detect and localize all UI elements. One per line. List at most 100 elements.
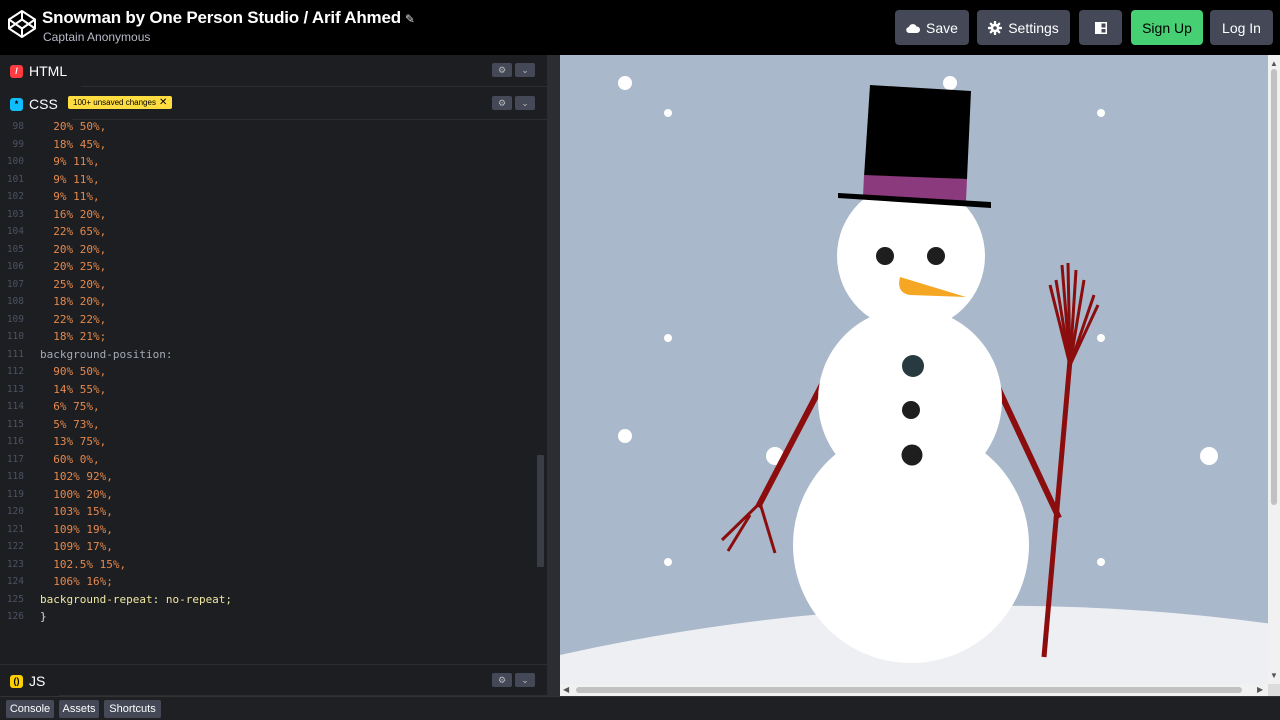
code-line[interactable]: 120 103% 15%, (0, 504, 537, 522)
html-settings-icon[interactable]: ⚙ (492, 63, 512, 77)
tab-html[interactable]: / HTML (0, 55, 82, 87)
line-number: 107 (6, 278, 24, 290)
code-line[interactable]: 114 6% 75%, (0, 399, 537, 417)
code-text: 16% 20%, (40, 207, 107, 221)
top-hat (838, 85, 991, 208)
line-number: 105 (6, 243, 24, 255)
pen-title-text: Snowman by One Person Studio / Arif Ahme… (42, 8, 401, 27)
line-number: 113 (6, 383, 24, 395)
code-line[interactable]: 105 20% 20%, (0, 242, 537, 260)
code-line[interactable]: 103 16% 20%, (0, 207, 537, 225)
css-settings-icon[interactable]: ⚙ (492, 96, 512, 110)
assets-button[interactable]: Assets (59, 700, 99, 718)
code-line[interactable]: 110 18% 21%; (0, 329, 537, 347)
code-line[interactable]: 100 9% 11%, (0, 154, 537, 172)
code-line[interactable]: 102 9% 11%, (0, 189, 537, 207)
js-label: JS (29, 673, 46, 689)
js-collapse-icon[interactable]: ⌄ (515, 673, 535, 687)
code-line[interactable]: 101 9% 11%, (0, 172, 537, 190)
preview-vertical-scrollbar[interactable]: ▲ ▼ (1268, 55, 1280, 684)
preview-hscroll-thumb[interactable] (576, 687, 1242, 693)
line-number: 99 (12, 138, 24, 150)
console-label: Console (9, 703, 51, 715)
js-settings-icon[interactable]: ⚙ (492, 673, 512, 687)
scroll-right-arrow-icon[interactable]: ▶ (1257, 685, 1263, 694)
code-line[interactable]: 118 102% 92%, (0, 469, 537, 487)
line-number: 124 (6, 576, 24, 587)
line-number: 123 (6, 558, 24, 570)
unsaved-changes-badge[interactable]: 100+ unsaved changes ✕ (68, 96, 173, 109)
layout-icon (1094, 21, 1107, 34)
line-number: 101 (6, 173, 24, 185)
css-code-editor[interactable]: 98 20% 50%, 99 18% 45%, 100 9% 11%, 101 9% … (0, 119, 537, 664)
close-icon[interactable]: ✕ (159, 97, 167, 108)
code-text: 9% 11%, (40, 155, 100, 168)
preview-frame (560, 55, 1280, 696)
login-label: Log In (1222, 19, 1261, 36)
code-line[interactable]: 115 5% 73%, (0, 417, 537, 435)
code-text: 22% 22%, (40, 312, 107, 326)
code-line[interactable]: 98 20% 50%, (0, 119, 537, 137)
line-number: 98 (12, 121, 24, 132)
preview-vscroll-thumb[interactable] (1271, 69, 1277, 505)
code-text: 106% 16%; (40, 575, 113, 588)
edit-pencil-icon[interactable]: ✎ (405, 12, 415, 26)
code-text: } (40, 610, 47, 623)
settings-label: Settings (1008, 19, 1059, 36)
scrollbar-corner (1268, 684, 1280, 696)
editor-scrollbar[interactable] (537, 455, 544, 567)
code-line[interactable]: 125 background-repeat: no-repeat; (0, 592, 537, 610)
tab-css[interactable]: * CSS (0, 88, 72, 120)
tab-js[interactable]: () JS (0, 665, 60, 697)
pen-author[interactable]: Captain Anonymous (43, 30, 150, 44)
code-text: 18% 20%, (40, 295, 107, 308)
code-line[interactable]: 116 13% 75%, (0, 434, 537, 452)
code-line[interactable]: 104 22% 65%, (0, 224, 537, 242)
html-pane-header: / HTML ⚙ ⌄ (0, 55, 547, 87)
line-number: 125 (6, 593, 24, 605)
signup-label: Sign Up (1142, 19, 1192, 36)
code-line[interactable]: 123 102.5% 15%, (0, 557, 537, 575)
button-1 (902, 355, 924, 377)
scroll-up-arrow-icon[interactable]: ▲ (1270, 59, 1278, 68)
code-text: 9% 11%, (40, 190, 100, 203)
pane-resizer[interactable] (547, 55, 560, 696)
code-line[interactable]: 122 109% 17%, (0, 539, 537, 557)
signup-button[interactable]: Sign Up (1131, 10, 1203, 45)
code-text: 102.5% 15%, (40, 557, 127, 571)
scroll-down-arrow-icon[interactable]: ▼ (1270, 671, 1278, 680)
console-button[interactable]: Console (6, 700, 54, 718)
code-line[interactable]: 108 18% 20%, (0, 294, 537, 312)
login-button[interactable]: Log In (1210, 10, 1273, 45)
code-line[interactable]: 117 60% 0%, (0, 452, 537, 470)
codepen-logo-icon[interactable] (6, 8, 38, 40)
code-line[interactable]: 119 100% 20%, (0, 487, 537, 505)
pen-title: Snowman by One Person Studio / Arif Ahme… (42, 8, 415, 28)
code-line[interactable]: 126} (0, 609, 537, 627)
code-line[interactable]: 106 20% 25%, (0, 259, 537, 277)
css-collapse-icon[interactable]: ⌄ (515, 96, 535, 110)
shortcuts-button[interactable]: Shortcuts (104, 700, 161, 718)
code-line[interactable]: 109 22% 22%, (0, 312, 537, 330)
html-collapse-icon[interactable]: ⌄ (515, 63, 535, 77)
code-line[interactable]: 121 109% 19%, (0, 522, 537, 540)
save-button[interactable]: Save (895, 10, 969, 45)
code-line[interactable]: 99 18% 45%, (0, 137, 537, 155)
code-line[interactable]: 113 14% 55%, (0, 382, 537, 400)
settings-button[interactable]: Settings (977, 10, 1070, 45)
code-line[interactable]: 111 background-position: (0, 347, 537, 365)
code-text: 100% 20%, (40, 487, 113, 501)
layout-button[interactable] (1079, 10, 1122, 45)
preview-horizontal-scrollbar[interactable]: ◀ ▶ (560, 684, 1268, 696)
code-text: 22% 65%, (40, 225, 107, 238)
button-3 (901, 444, 923, 466)
assets-label: Assets (62, 703, 96, 715)
code-line[interactable]: 112 90% 50%, (0, 364, 537, 382)
broom (1041, 262, 1100, 658)
scroll-left-arrow-icon[interactable]: ◀ (563, 685, 569, 694)
code-line[interactable]: 124 106% 16%; (0, 574, 537, 592)
code-text: 109% 19%, (40, 522, 113, 536)
line-number: 122 (6, 541, 24, 552)
code-text: 20% 20%, (40, 242, 107, 256)
code-line[interactable]: 107 25% 20%, (0, 277, 537, 295)
